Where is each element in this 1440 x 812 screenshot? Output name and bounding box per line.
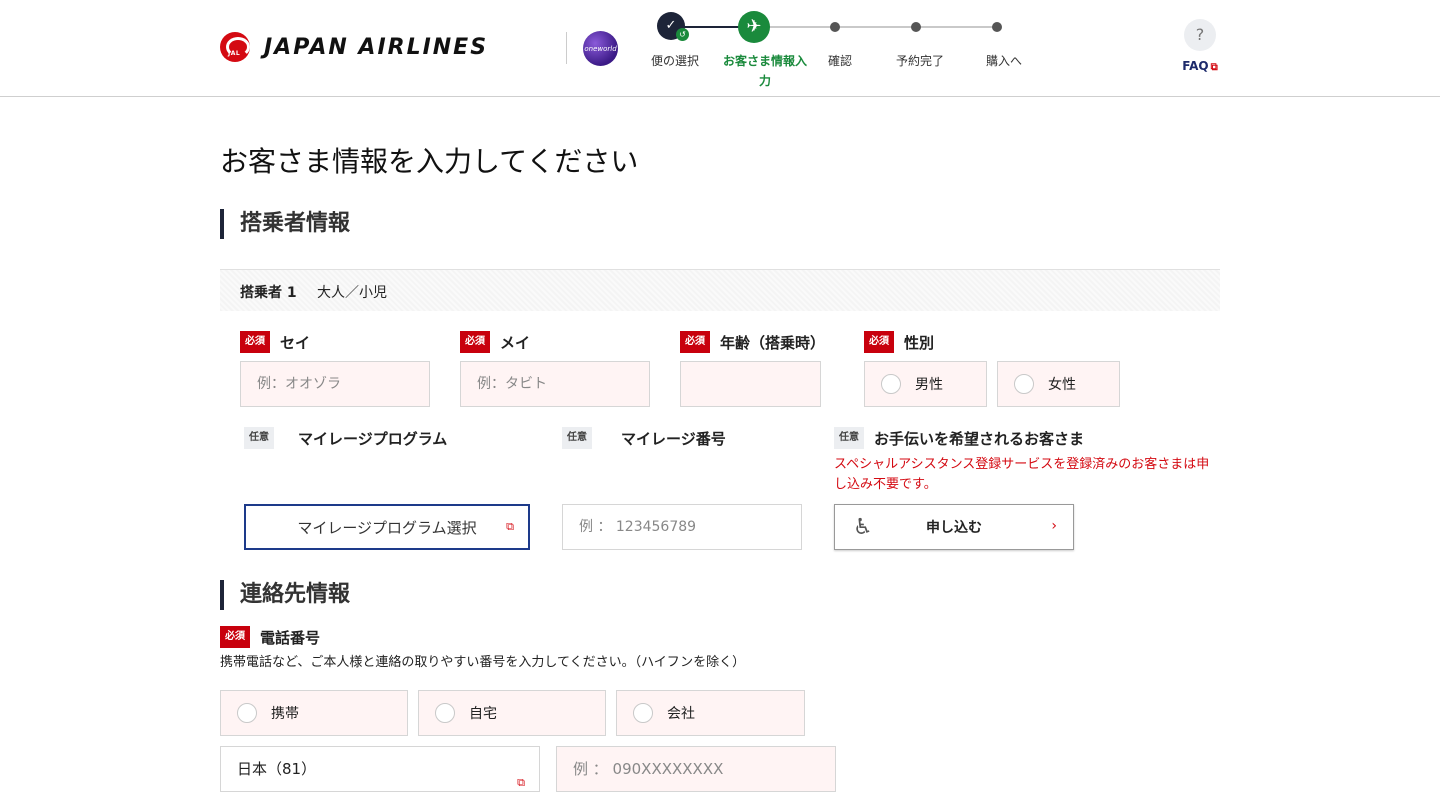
gender-female-radio[interactable]: 女性 — [997, 361, 1120, 407]
step-dot-complete — [911, 22, 921, 32]
step-label-purchase: 購入へ — [985, 54, 1022, 68]
external-link-icon: ⧉ — [1210, 62, 1218, 73]
progress-steps: ✓ ↺ ✈ 便の選択 お客さま情報入力 確認 予約完了 購入へ — [640, 0, 1040, 97]
page-title: お客さま情報を入力してください — [220, 145, 639, 178]
phone-field-label: 必須 電話番号 — [220, 626, 320, 648]
jal-logo[interactable]: JAL JAPAN AIRLINES — [220, 32, 488, 62]
required-badge: 必須 — [220, 626, 250, 648]
crane-logo-text: JAL — [228, 50, 241, 57]
age-label-text: 年齢（搭乗時） — [720, 333, 826, 352]
sei-field-label: 必須 セイ — [240, 331, 310, 353]
external-link-icon: ⧉ — [506, 520, 514, 533]
phone-type-work-label: 会社 — [667, 706, 695, 722]
assist-apply-button[interactable]: ♿ 申し込む › — [834, 504, 1074, 550]
phone-type-work-radio[interactable]: 会社 — [616, 690, 805, 736]
assist-field-label: 任意 お手伝いを希望されるお客さま — [834, 427, 1084, 449]
country-code-select[interactable]: 日本（81） ⧉ — [220, 746, 540, 792]
step-active-airplane-icon: ✈ — [738, 11, 770, 43]
optional-badge: 任意 — [562, 427, 592, 449]
required-badge: 必須 — [680, 331, 710, 353]
required-badge: 必須 — [240, 331, 270, 353]
step-dot-purchase — [992, 22, 1002, 32]
step-line-todo — [755, 26, 1000, 28]
gender-male-label: 男性 — [915, 377, 943, 393]
required-badge: 必須 — [864, 331, 894, 353]
radio-circle-icon — [435, 703, 455, 723]
brand-wordmark: JAPAN AIRLINES — [264, 34, 489, 60]
phone-type-mobile-label: 携帯 — [271, 706, 299, 722]
phone-label-text: 電話番号 — [260, 628, 321, 647]
phone-number-input[interactable]: 例 ： 090XXXXXXXX — [556, 746, 836, 792]
step-dot-confirm — [830, 22, 840, 32]
radio-circle-icon — [1014, 374, 1034, 394]
mileage-number-input[interactable]: 例 ： 123456789 — [562, 504, 802, 550]
gender-label-text: 性別 — [904, 333, 935, 352]
step-change-icon[interactable]: ↺ — [676, 28, 689, 41]
step-label-complete: 予約完了 — [895, 54, 944, 68]
step-label-flight: 便の選択 — [650, 54, 699, 68]
mei-input[interactable]: 例：タビト — [460, 361, 650, 407]
external-link-icon: ⧉ — [517, 776, 525, 789]
passenger-header-bar: 搭乗者 1 大人／小児 — [220, 269, 1220, 311]
sei-label-text: セイ — [280, 333, 311, 352]
mileage-number-field-label: 任意 マイレージ番号 — [562, 427, 726, 449]
passenger-number: 搭乗者 1 — [240, 285, 297, 301]
phone-note: 携帯電話など、ご本人様と連絡の取りやすい番号を入力してください。（ハイフンを除く… — [220, 655, 746, 670]
help-icon: ? — [1184, 19, 1216, 51]
radio-circle-icon — [881, 374, 901, 394]
gender-female-label: 女性 — [1048, 377, 1076, 393]
phone-type-home-label: 自宅 — [469, 706, 497, 722]
phone-type-home-radio[interactable]: 自宅 — [418, 690, 606, 736]
contact-section-title: 連絡先情報 — [220, 580, 350, 610]
passenger-section-title: 搭乗者情報 — [220, 209, 350, 239]
step-label-confirm: 確認 — [827, 54, 852, 68]
passenger-type: 大人／小児 — [317, 285, 387, 301]
mileage-program-select-button[interactable]: マイレージプログラム選択 ⧉ — [244, 504, 530, 550]
sei-input[interactable]: 例：オオゾラ — [240, 361, 430, 407]
radio-circle-icon — [237, 703, 257, 723]
mileage-number-label-text: マイレージ番号 — [621, 429, 726, 448]
age-field-label: 必須 年齢（搭乗時） — [680, 331, 825, 353]
chevron-right-icon: › — [1051, 518, 1057, 534]
gender-male-radio[interactable]: 男性 — [864, 361, 987, 407]
optional-badge: 任意 — [244, 427, 274, 449]
age-input[interactable] — [680, 361, 821, 407]
assist-note: スペシャルアシスタンス登録サービスを登録済みのお客さまは申し込み不要です。 — [834, 457, 1210, 492]
faq-label: FAQ — [1182, 59, 1209, 73]
mileage-program-button-label: マイレージプログラム選択 — [297, 518, 477, 537]
assist-label-text: お手伝いを希望されるお客さま — [874, 429, 1085, 448]
mileage-program-field-label: 任意 マイレージプログラム — [244, 427, 447, 449]
phone-type-mobile-radio[interactable]: 携帯 — [220, 690, 408, 736]
oneworld-text: oneworld — [584, 44, 617, 53]
oneworld-logo: oneworld — [583, 31, 618, 66]
faq-link[interactable]: ? FAQ ⧉ — [1180, 19, 1220, 73]
required-badge: 必須 — [460, 331, 490, 353]
mei-field-label: 必須 メイ — [460, 331, 530, 353]
country-code-value: 日本（81） — [237, 760, 317, 778]
optional-badge: 任意 — [834, 427, 864, 449]
mei-label-text: メイ — [500, 333, 531, 352]
crane-logo-icon: JAL — [220, 32, 250, 62]
gender-field-label: 必須 性別 — [864, 331, 934, 353]
radio-circle-icon — [633, 703, 653, 723]
wheelchair-icon: ♿ — [853, 515, 873, 540]
logo-divider — [566, 32, 567, 64]
mileage-program-label-text: マイレージプログラム — [298, 429, 448, 448]
site-header: JAL JAPAN AIRLINES oneworld ✓ ↺ ✈ 便の選択 お… — [0, 0, 1440, 97]
